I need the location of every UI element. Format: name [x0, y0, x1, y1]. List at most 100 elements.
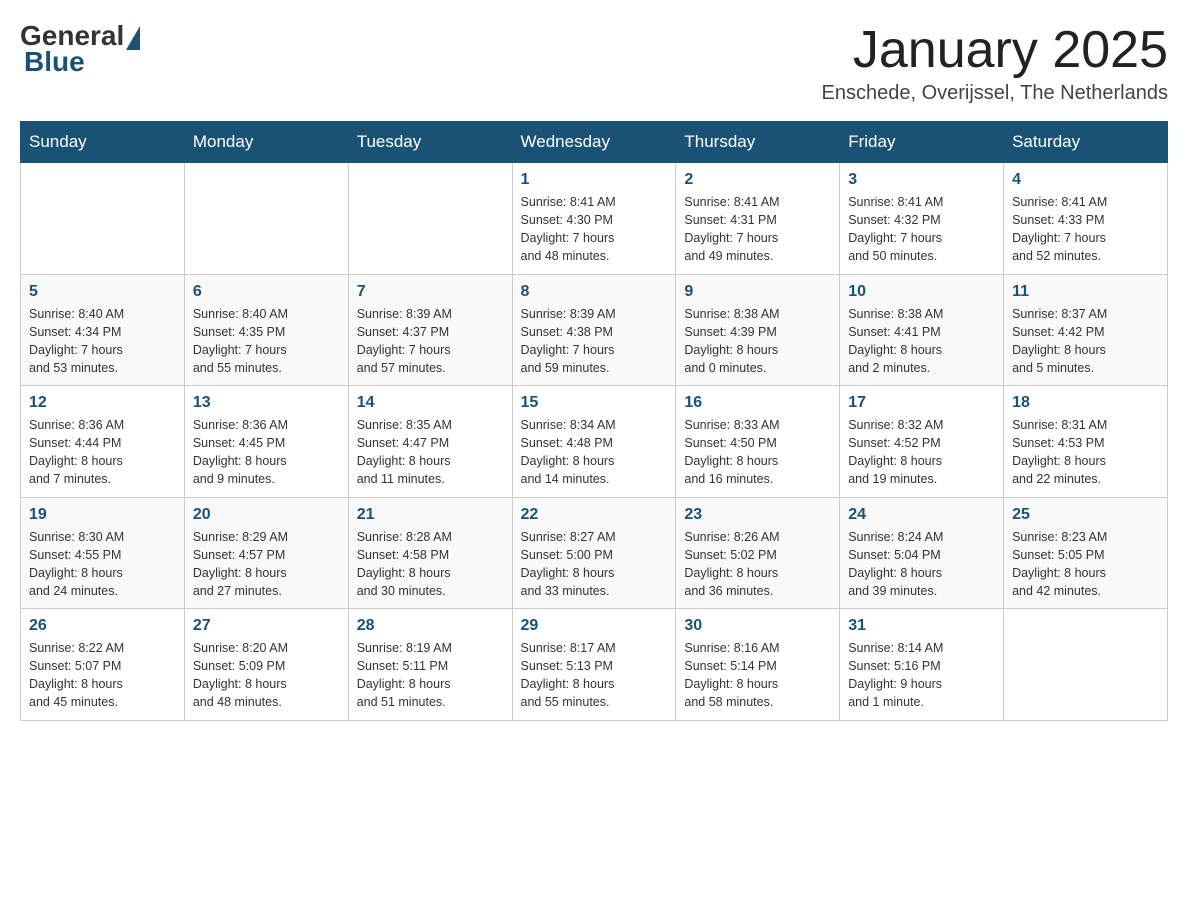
table-row [348, 163, 512, 275]
table-row: 1 Sunrise: 8:41 AMSunset: 4:30 PMDaylight… [512, 163, 676, 275]
day-info: Sunrise: 8:41 AMSunset: 4:31 PMDaylight:… [684, 193, 831, 266]
table-row: 9 Sunrise: 8:38 AMSunset: 4:39 PMDaylight… [676, 274, 840, 386]
day-number: 17 [848, 394, 995, 412]
day-number: 23 [684, 506, 831, 524]
table-row: 3Sunrise: 8:41 AMSunset: 4:32 PMDaylight… [840, 163, 1004, 275]
table-row [184, 163, 348, 275]
table-row: 13Sunrise: 8:36 AMSunset: 4:45 PMDayligh… [184, 386, 348, 498]
day-info: Sunrise: 8:41 AMSunset: 4:32 PMDaylight:… [848, 193, 995, 266]
day-info: Sunrise: 8:16 AMSunset: 5:14 PMDaylight:… [684, 639, 831, 712]
day-number: 7 [357, 283, 504, 301]
table-row: 24Sunrise: 8:24 AMSunset: 5:04 PMDayligh… [840, 497, 1004, 609]
col-monday: Monday [184, 122, 348, 163]
table-row: 30 Sunrise: 8:16 AMSunset: 5:14 PMDayligh… [676, 609, 840, 721]
table-row: 5Sunrise: 8:40 AMSunset: 4:34 PMDaylight… [21, 274, 185, 386]
day-number: 15 [521, 394, 668, 412]
day-info: Sunrise: 8:33 AMSunset: 4:50 PMDaylight:… [684, 416, 831, 489]
table-row: 8 Sunrise: 8:39 AMSunset: 4:38 PMDaylight… [512, 274, 676, 386]
table-row: 19 Sunrise: 8:30 AMSunset: 4:55 PMDayligh… [21, 497, 185, 609]
calendar-week-row: 1 Sunrise: 8:41 AMSunset: 4:30 PMDaylight… [21, 163, 1168, 275]
table-row: 6Sunrise: 8:40 AMSunset: 4:35 PMDaylight… [184, 274, 348, 386]
page-header: General Blue January 2025 Enschede, Over… [20, 20, 1168, 105]
table-row: 10 Sunrise: 8:38 AMSunset: 4:41 PMDayligh… [840, 274, 1004, 386]
day-number: 6 [193, 283, 340, 301]
logo-blue-text: Blue [24, 46, 85, 78]
table-row: 21Sunrise: 8:28 AMSunset: 4:58 PMDayligh… [348, 497, 512, 609]
col-saturday: Saturday [1004, 122, 1168, 163]
day-number: 4 [1012, 171, 1159, 189]
day-number: 11 [1012, 283, 1159, 301]
day-info: Sunrise: 8:36 AMSunset: 4:44 PMDaylight:… [29, 416, 176, 489]
day-number: 31 [848, 617, 995, 635]
day-info: Sunrise: 8:32 AMSunset: 4:52 PMDaylight:… [848, 416, 995, 489]
table-row: 2 Sunrise: 8:41 AMSunset: 4:31 PMDaylight… [676, 163, 840, 275]
table-row: 15 Sunrise: 8:34 AMSunset: 4:48 PMDayligh… [512, 386, 676, 498]
col-tuesday: Tuesday [348, 122, 512, 163]
day-number: 25 [1012, 506, 1159, 524]
col-sunday: Sunday [21, 122, 185, 163]
table-row: 17 Sunrise: 8:32 AMSunset: 4:52 PMDayligh… [840, 386, 1004, 498]
day-info: Sunrise: 8:34 AMSunset: 4:48 PMDaylight:… [521, 416, 668, 489]
col-thursday: Thursday [676, 122, 840, 163]
day-number: 22 [521, 506, 668, 524]
calendar-week-row: 12 Sunrise: 8:36 AMSunset: 4:44 PMDayligh… [21, 386, 1168, 498]
day-number: 10 [848, 283, 995, 301]
day-info: Sunrise: 8:22 AMSunset: 5:07 PMDaylight:… [29, 639, 176, 712]
day-info: Sunrise: 8:26 AMSunset: 5:02 PMDaylight:… [684, 528, 831, 601]
day-info: Sunrise: 8:41 AMSunset: 4:30 PMDaylight:… [521, 193, 668, 266]
table-row: 27Sunrise: 8:20 AMSunset: 5:09 PMDayligh… [184, 609, 348, 721]
day-number: 9 [684, 283, 831, 301]
day-info: Sunrise: 8:31 AMSunset: 4:53 PMDaylight:… [1012, 416, 1159, 489]
day-info: Sunrise: 8:14 AMSunset: 5:16 PMDaylight:… [848, 639, 995, 712]
table-row: 25 Sunrise: 8:23 AMSunset: 5:05 PMDayligh… [1004, 497, 1168, 609]
day-number: 19 [29, 506, 176, 524]
day-info: Sunrise: 8:38 AMSunset: 4:39 PMDaylight:… [684, 305, 831, 378]
location: Enschede, Overijssel, The Netherlands [822, 82, 1168, 105]
day-info: Sunrise: 8:24 AMSunset: 5:04 PMDaylight:… [848, 528, 995, 601]
day-info: Sunrise: 8:39 AMSunset: 4:37 PMDaylight:… [357, 305, 504, 378]
day-info: Sunrise: 8:17 AMSunset: 5:13 PMDaylight:… [521, 639, 668, 712]
calendar-week-row: 26 Sunrise: 8:22 AMSunset: 5:07 PMDayligh… [21, 609, 1168, 721]
logo-triangle-icon [126, 26, 140, 50]
day-number: 2 [684, 171, 831, 189]
month-title: January 2025 [822, 20, 1168, 80]
day-info: Sunrise: 8:29 AMSunset: 4:57 PMDaylight:… [193, 528, 340, 601]
table-row: 22Sunrise: 8:27 AMSunset: 5:00 PMDayligh… [512, 497, 676, 609]
day-number: 14 [357, 394, 504, 412]
day-info: Sunrise: 8:23 AMSunset: 5:05 PMDaylight:… [1012, 528, 1159, 601]
day-number: 16 [684, 394, 831, 412]
table-row: 11Sunrise: 8:37 AMSunset: 4:42 PMDayligh… [1004, 274, 1168, 386]
table-row: 23 Sunrise: 8:26 AMSunset: 5:02 PMDayligh… [676, 497, 840, 609]
table-row: 26 Sunrise: 8:22 AMSunset: 5:07 PMDayligh… [21, 609, 185, 721]
table-row: 4 Sunrise: 8:41 AMSunset: 4:33 PMDaylight… [1004, 163, 1168, 275]
day-info: Sunrise: 8:20 AMSunset: 5:09 PMDaylight:… [193, 639, 340, 712]
day-number: 30 [684, 617, 831, 635]
day-number: 18 [1012, 394, 1159, 412]
col-friday: Friday [840, 122, 1004, 163]
day-number: 21 [357, 506, 504, 524]
table-row: 7 Sunrise: 8:39 AMSunset: 4:37 PMDaylight… [348, 274, 512, 386]
table-row: 28Sunrise: 8:19 AMSunset: 5:11 PMDayligh… [348, 609, 512, 721]
day-number: 1 [521, 171, 668, 189]
day-info: Sunrise: 8:36 AMSunset: 4:45 PMDaylight:… [193, 416, 340, 489]
day-info: Sunrise: 8:30 AMSunset: 4:55 PMDaylight:… [29, 528, 176, 601]
calendar-table: Sunday Monday Tuesday Wednesday Thursday… [20, 121, 1168, 721]
calendar-week-row: 19 Sunrise: 8:30 AMSunset: 4:55 PMDayligh… [21, 497, 1168, 609]
table-row: 29Sunrise: 8:17 AMSunset: 5:13 PMDayligh… [512, 609, 676, 721]
table-row [1004, 609, 1168, 721]
day-info: Sunrise: 8:41 AMSunset: 4:33 PMDaylight:… [1012, 193, 1159, 266]
day-number: 20 [193, 506, 340, 524]
day-number: 8 [521, 283, 668, 301]
day-info: Sunrise: 8:19 AMSunset: 5:11 PMDaylight:… [357, 639, 504, 712]
table-row: 18 Sunrise: 8:31 AMSunset: 4:53 PMDayligh… [1004, 386, 1168, 498]
calendar-week-row: 5Sunrise: 8:40 AMSunset: 4:34 PMDaylight… [21, 274, 1168, 386]
day-info: Sunrise: 8:35 AMSunset: 4:47 PMDaylight:… [357, 416, 504, 489]
calendar-header-row: Sunday Monday Tuesday Wednesday Thursday… [21, 122, 1168, 163]
day-number: 12 [29, 394, 176, 412]
day-info: Sunrise: 8:40 AMSunset: 4:34 PMDaylight:… [29, 305, 176, 378]
table-row: 20 Sunrise: 8:29 AMSunset: 4:57 PMDayligh… [184, 497, 348, 609]
day-number: 26 [29, 617, 176, 635]
day-info: Sunrise: 8:38 AMSunset: 4:41 PMDaylight:… [848, 305, 995, 378]
table-row [21, 163, 185, 275]
day-info: Sunrise: 8:39 AMSunset: 4:38 PMDaylight:… [521, 305, 668, 378]
